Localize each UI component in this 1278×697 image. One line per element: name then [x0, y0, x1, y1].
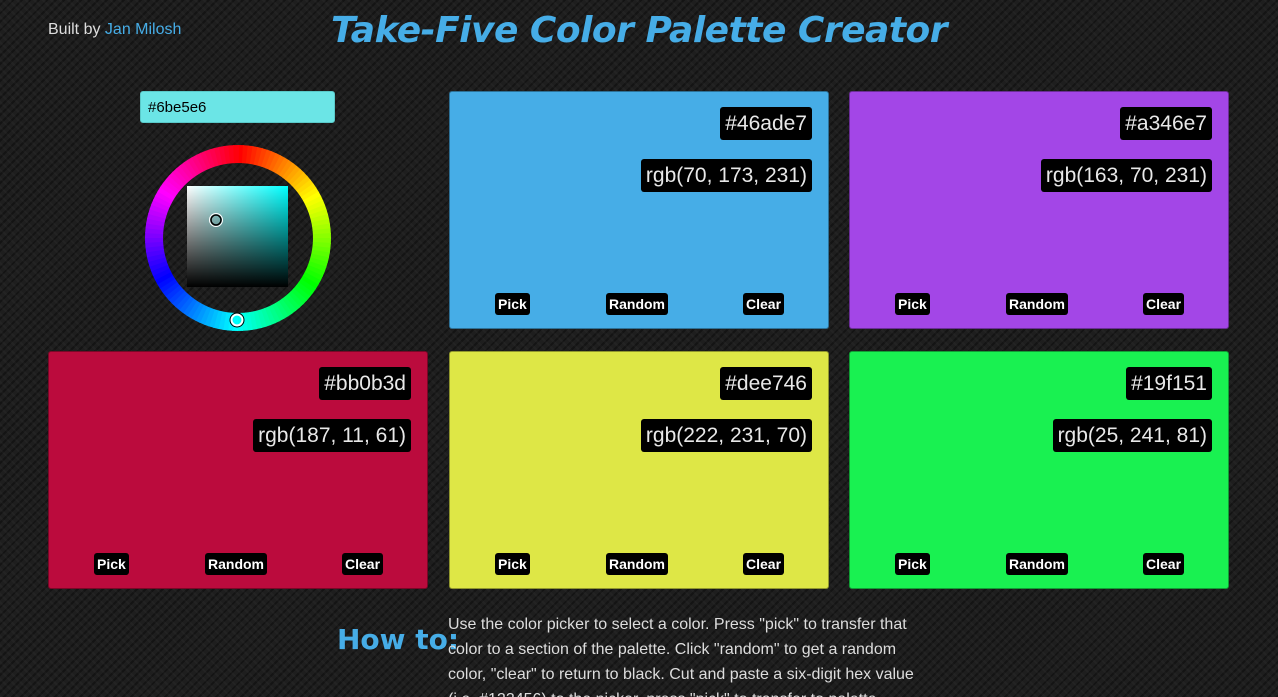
hue-ring-segment: [233, 145, 239, 164]
pick-button[interactable]: Pick: [495, 293, 530, 315]
clear-button[interactable]: Clear: [743, 293, 785, 315]
palette-swatch-4: #dee746 rgb(222, 231, 70) Pick Random Cl…: [449, 351, 829, 589]
random-button[interactable]: Random: [205, 553, 267, 575]
swatch-rgb-label: rgb(25, 241, 81): [1052, 419, 1212, 452]
palette-swatch-2: #a346e7 rgb(163, 70, 231) Pick Random Cl…: [849, 91, 1229, 329]
clear-button[interactable]: Clear: [1143, 293, 1185, 315]
clear-button[interactable]: Clear: [743, 553, 785, 575]
swatch-hex-label: #a346e7: [1120, 107, 1212, 140]
hex-color-input[interactable]: [140, 91, 335, 123]
clear-button[interactable]: Clear: [342, 553, 384, 575]
random-button[interactable]: Random: [1006, 293, 1068, 315]
swatch-hex-label: #dee746: [720, 367, 812, 400]
swatch-hex-label: #bb0b3d: [319, 367, 411, 400]
palette-swatch-3: #bb0b3d rgb(187, 11, 61) Pick Random Cle…: [48, 351, 428, 589]
pick-button[interactable]: Pick: [94, 553, 129, 575]
palette-swatch-5: #19f151 rgb(25, 241, 81) Pick Random Cle…: [849, 351, 1229, 589]
howto-text: Use the color picker to select a color. …: [448, 616, 914, 697]
pick-button[interactable]: Pick: [495, 553, 530, 575]
page-title: Take-Five Color Palette Creator: [330, 10, 948, 51]
random-button[interactable]: Random: [1006, 553, 1068, 575]
value-gradient: [187, 186, 288, 287]
swatch-rgb-label: rgb(187, 11, 61): [253, 419, 411, 452]
pick-button[interactable]: Pick: [895, 553, 930, 575]
random-button[interactable]: Random: [606, 553, 668, 575]
clear-button[interactable]: Clear: [1143, 553, 1185, 575]
palette-swatch-1: #46ade7 rgb(70, 173, 231) Pick Random Cl…: [449, 91, 829, 329]
swatch-rgb-label: rgb(222, 231, 70): [640, 419, 812, 452]
howto-heading: How to:: [337, 623, 460, 656]
color-wheel-picker[interactable]: [143, 143, 333, 333]
random-button[interactable]: Random: [606, 293, 668, 315]
pick-button[interactable]: Pick: [895, 293, 930, 315]
swatch-rgb-label: rgb(163, 70, 231): [1040, 159, 1212, 192]
swatch-hex-label: #19f151: [1126, 367, 1212, 400]
swatch-rgb-label: rgb(70, 173, 231): [640, 159, 812, 192]
swatch-hex-label: #46ade7: [720, 107, 812, 140]
